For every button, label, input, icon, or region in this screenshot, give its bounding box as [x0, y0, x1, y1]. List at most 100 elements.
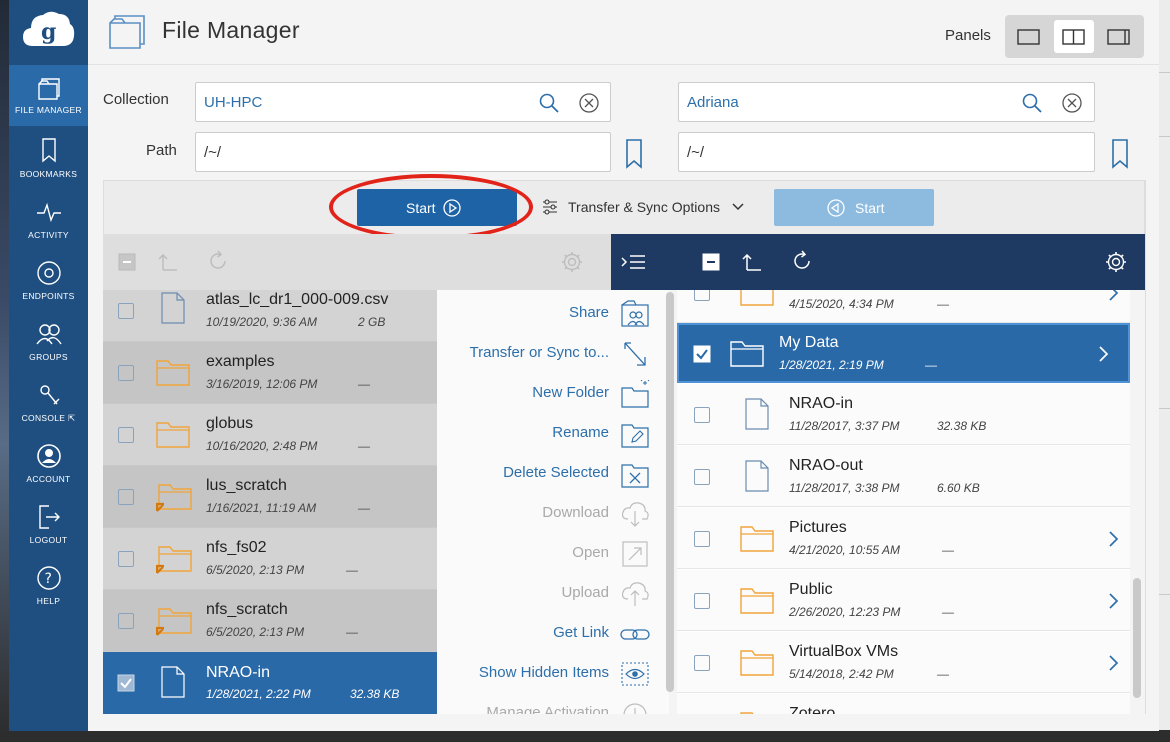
row-checkbox[interactable]	[694, 290, 710, 301]
row-checkbox[interactable]	[694, 469, 710, 485]
right-panel-button[interactable]	[1099, 20, 1139, 53]
transfer-icon[interactable]	[620, 340, 650, 368]
search-icon[interactable]	[1021, 92, 1043, 114]
file-name: Zotero	[789, 705, 836, 714]
collapse-menu-icon[interactable]	[619, 250, 647, 274]
bookmark-icon[interactable]	[625, 138, 643, 170]
share-action[interactable]: Share	[569, 304, 609, 321]
sidebar-item-help[interactable]: ? HELP	[9, 553, 88, 614]
chevron-right-icon[interactable]	[1107, 530, 1119, 548]
sidebar-item-endpoints[interactable]: ENDPOINTS	[9, 248, 88, 309]
list-item[interactable]: nfs_fs02 6/5/2020, 2:13 PM —	[103, 528, 437, 589]
chevron-right-icon[interactable]	[1107, 290, 1119, 302]
select-all-checkbox[interactable]	[702, 253, 720, 271]
eye-icon[interactable]	[620, 660, 650, 688]
open-icon[interactable]	[620, 540, 650, 568]
rename-icon[interactable]	[620, 420, 650, 448]
row-checkbox[interactable]	[118, 427, 134, 443]
right-path-field[interactable]: /~/	[678, 132, 1095, 172]
search-icon[interactable]	[538, 92, 560, 114]
get-link-action[interactable]: Get Link	[553, 624, 609, 641]
row-checkbox[interactable]	[118, 365, 134, 381]
row-checkbox[interactable]	[694, 531, 710, 547]
list-item[interactable]: examples 3/16/2019, 12:06 PM —	[103, 342, 437, 403]
file-date: 4/15/2020, 4:34 PM	[789, 297, 894, 311]
list-item[interactable]: lus_scratch 1/16/2021, 11:19 AM —	[103, 466, 437, 527]
open-action[interactable]: Open	[572, 544, 609, 561]
refresh-icon[interactable]	[206, 249, 230, 273]
sidebar-item-logout[interactable]: LOGOUT	[9, 492, 88, 553]
dual-panel-button[interactable]	[1054, 20, 1094, 53]
chevron-right-icon[interactable]	[1097, 345, 1109, 363]
transfer-or-sync-action[interactable]: Transfer or Sync to...	[470, 344, 610, 361]
manage-activation-action[interactable]: Manage Activation	[486, 704, 609, 714]
clear-icon[interactable]	[1061, 92, 1083, 114]
share-icon[interactable]	[620, 300, 650, 328]
row-checkbox[interactable]	[118, 489, 134, 505]
chevron-right-icon[interactable]	[1107, 654, 1119, 672]
list-item-selected[interactable]: My Data 1/28/2021, 2:19 PM —	[677, 323, 1130, 383]
row-checkbox[interactable]	[694, 655, 710, 671]
link-icon[interactable]	[620, 620, 650, 648]
upload-icon[interactable]	[620, 580, 650, 608]
row-checkbox[interactable]	[118, 551, 134, 567]
transfer-sync-options-toggle[interactable]: Transfer & Sync Options	[543, 199, 744, 215]
list-item[interactable]: Zotero	[677, 694, 1130, 714]
chevron-right-icon[interactable]	[1107, 592, 1119, 610]
file-name: examples	[206, 353, 275, 370]
rename-action[interactable]: Rename	[552, 424, 609, 441]
row-checkbox[interactable]	[118, 613, 134, 629]
bookmark-icon[interactable]	[1111, 138, 1129, 170]
dual-panel-icon	[1062, 29, 1085, 45]
gear-icon[interactable]	[560, 250, 584, 274]
up-folder-icon[interactable]	[157, 251, 179, 273]
list-item[interactable]: nfs_scratch 6/5/2020, 2:13 PM —	[103, 590, 437, 651]
left-collection-field[interactable]: UH-HPC	[195, 82, 611, 122]
folder-icon	[740, 712, 754, 714]
file-size: —	[358, 377, 370, 391]
upload-action[interactable]: Upload	[561, 584, 609, 601]
show-hidden-items-action[interactable]: Show Hidden Items	[479, 664, 609, 681]
up-folder-icon[interactable]	[741, 251, 763, 273]
refresh-icon[interactable]	[790, 249, 814, 273]
new-folder-icon[interactable]	[620, 380, 650, 408]
list-item[interactable]: Pictures 4/21/2020, 10:55 AM —	[677, 508, 1130, 569]
sidebar-item-activity[interactable]: ACTIVITY	[9, 187, 88, 248]
list-item[interactable]: NRAO-out 11/28/2017, 3:38 PM 6.60 KB	[677, 446, 1130, 507]
file-icon	[161, 666, 185, 698]
row-checkbox[interactable]	[694, 407, 710, 423]
download-icon[interactable]	[620, 500, 650, 528]
path-label: Path	[146, 142, 177, 159]
row-checkbox[interactable]	[694, 593, 710, 609]
list-item-selected[interactable]: NRAO-in 1/28/2021, 2:22 PM 32.38 KB	[103, 652, 437, 714]
left-panel-toolbar	[103, 234, 611, 290]
sidebar-item-file-manager[interactable]: FILE MANAGER	[9, 65, 88, 126]
new-folder-action[interactable]: New Folder	[532, 384, 609, 401]
delete-selected-action[interactable]: Delete Selected	[503, 464, 609, 481]
download-action[interactable]: Download	[542, 504, 609, 521]
row-checkbox[interactable]	[118, 303, 134, 319]
right-list-scrollbar[interactable]	[1133, 578, 1141, 698]
sidebar-item-account[interactable]: ACCOUNT	[9, 431, 88, 492]
sidebar-item-bookmarks[interactable]: BOOKMARKS	[9, 126, 88, 187]
start-transfer-right-button[interactable]: Start	[774, 189, 934, 226]
list-item[interactable]: atlas_lc_dr1_000-009.csv 10/19/2020, 9:3…	[103, 290, 437, 341]
list-item[interactable]: Public 2/26/2020, 12:23 PM —	[677, 570, 1130, 631]
right-collection-field[interactable]: Adriana	[678, 82, 1095, 122]
list-item[interactable]: NRAO-in 11/28/2017, 3:37 PM 32.38 KB	[677, 384, 1130, 445]
delete-icon[interactable]	[620, 460, 650, 488]
list-item[interactable]: globus 10/16/2020, 2:48 PM —	[103, 404, 437, 465]
select-all-checkbox[interactable]	[118, 253, 136, 271]
left-path-field[interactable]: /~/	[195, 132, 611, 172]
clear-icon[interactable]	[578, 92, 600, 114]
single-panel-button[interactable]	[1009, 20, 1049, 53]
actions-scrollbar[interactable]	[666, 292, 674, 692]
power-icon[interactable]	[620, 700, 650, 714]
sidebar-item-console[interactable]: CONSOLE ⇱	[9, 370, 88, 431]
list-item[interactable]: 4/15/2020, 4:34 PM —	[677, 290, 1130, 323]
sidebar-item-groups[interactable]: GROUPS	[9, 309, 88, 370]
list-item[interactable]: VirtualBox VMs 5/14/2018, 2:42 PM —	[677, 632, 1130, 693]
gear-icon[interactable]	[1104, 250, 1128, 274]
row-checkbox-checked[interactable]	[117, 674, 135, 692]
row-checkbox-checked[interactable]	[693, 345, 711, 363]
